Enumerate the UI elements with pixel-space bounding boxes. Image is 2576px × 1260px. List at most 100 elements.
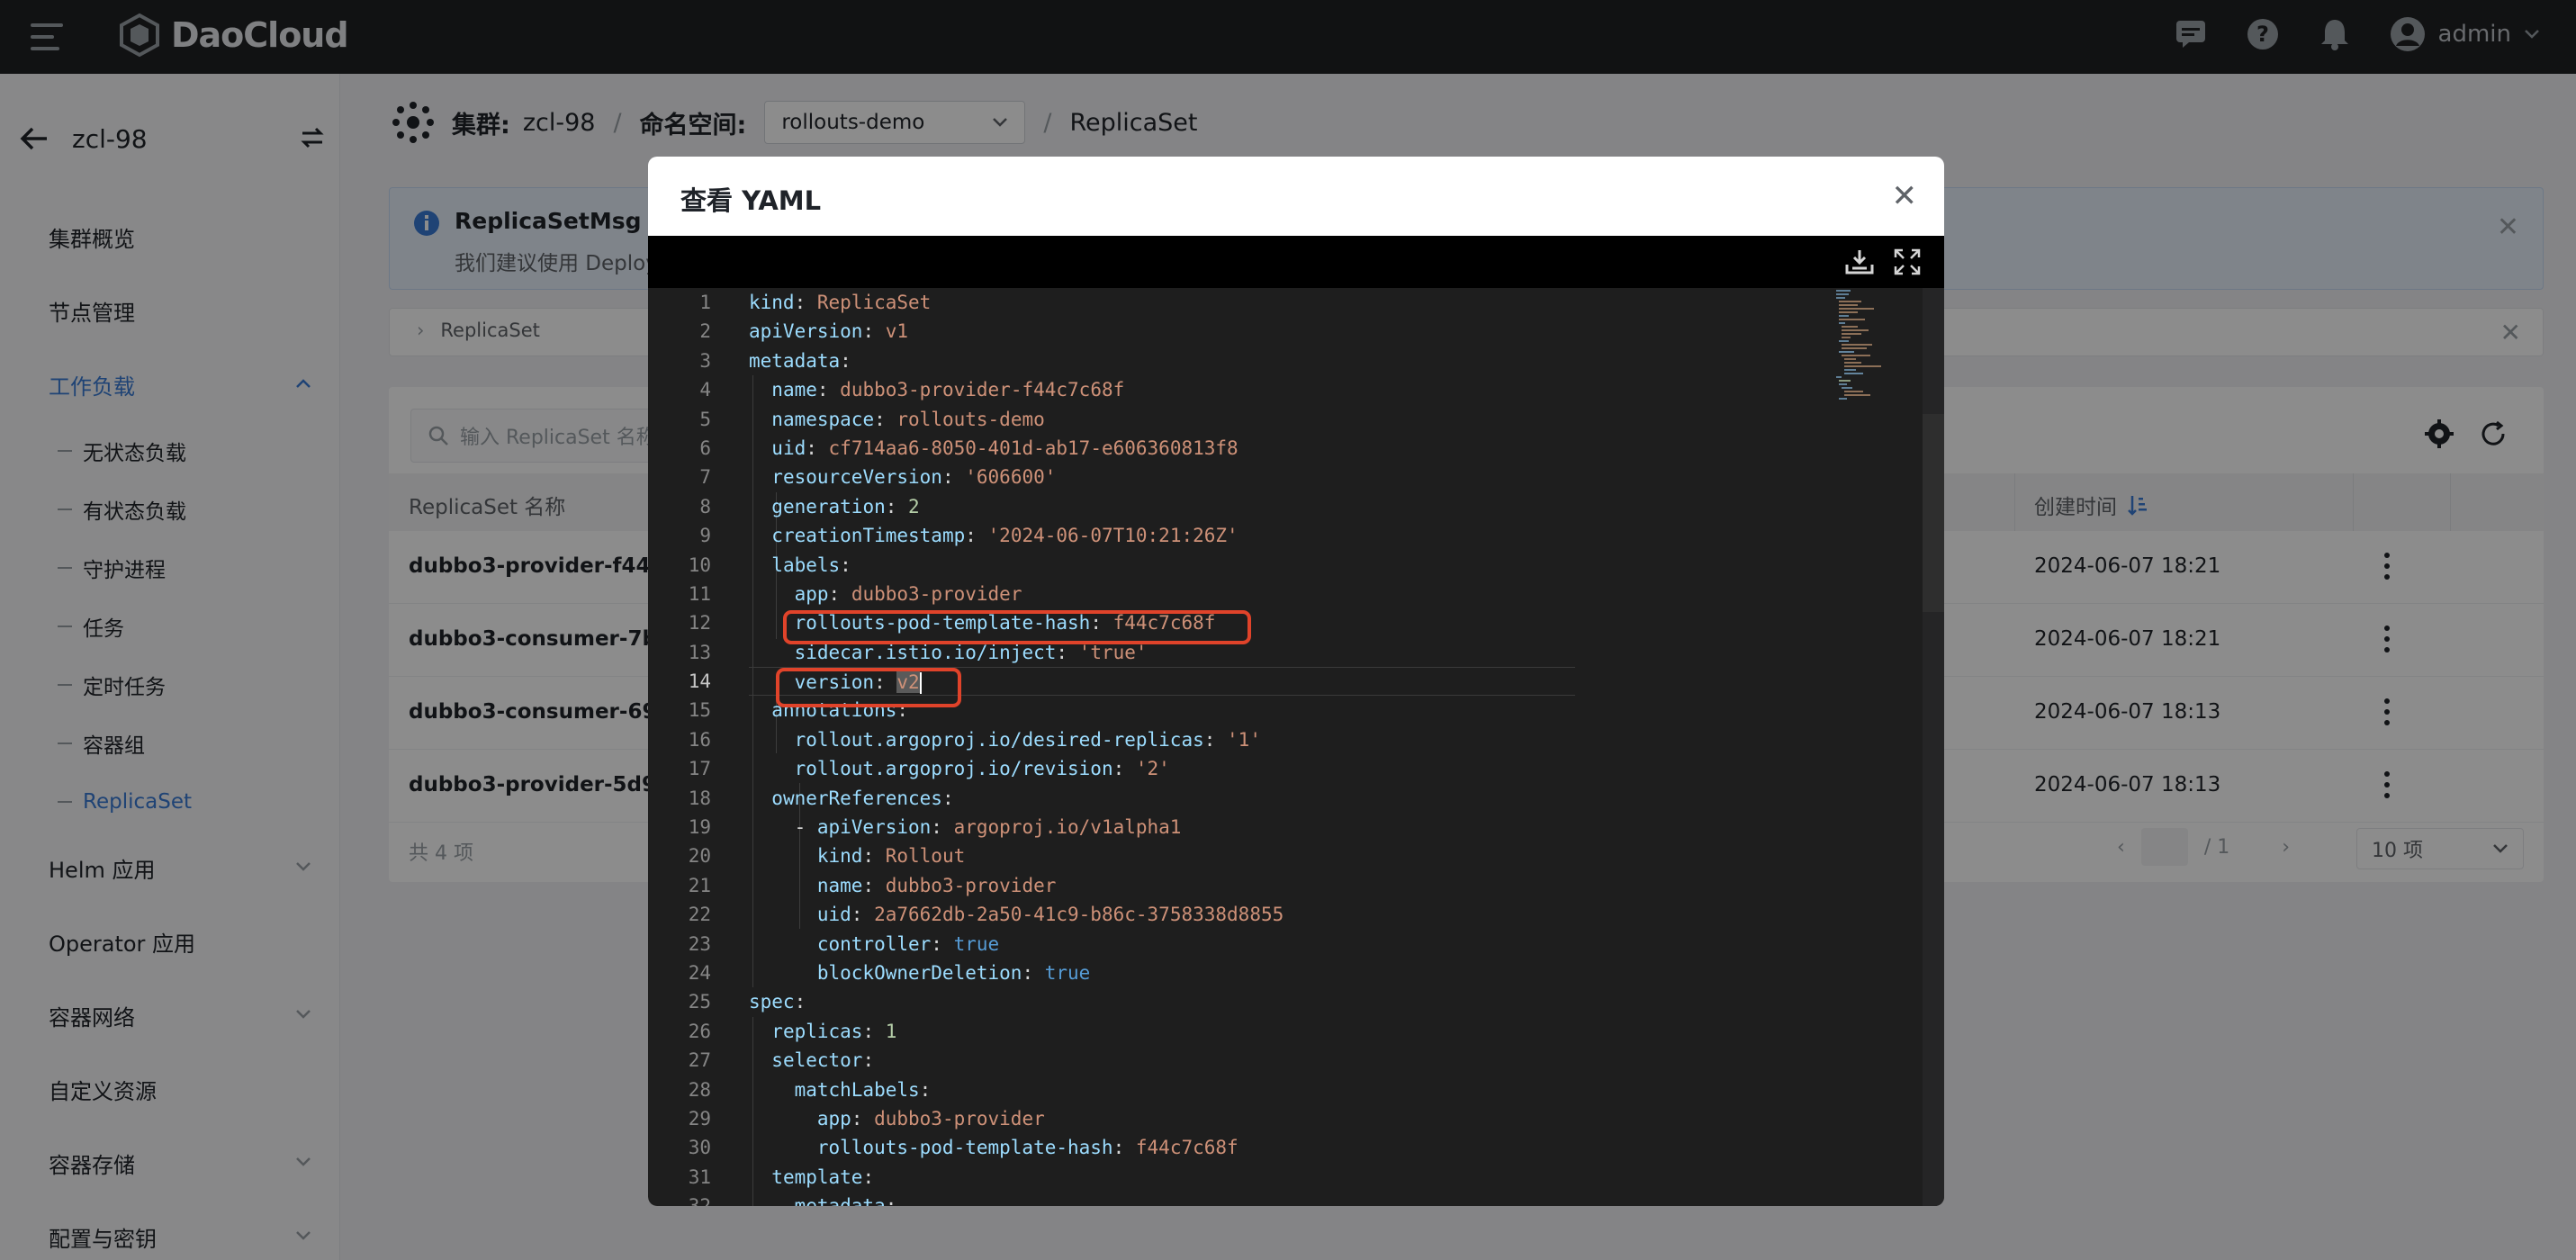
code-line[interactable]: name: dubbo3-provider-f44c7c68f (749, 375, 1575, 404)
code-line[interactable]: blockOwnerDeletion: true (749, 958, 1575, 987)
line-number: 12 (688, 612, 711, 634)
modal-title: 查看 YAML (680, 185, 822, 216)
code-token: replicas (771, 1020, 863, 1042)
code-area[interactable]: 1 2 3 4 5 6 7 8 9 10 11 12 13 14 15 16 17 18 19 20 21 22 23 24 2… (648, 288, 1944, 1206)
code-line[interactable]: name: dubbo3-provider (749, 871, 1575, 900)
editor-toolbar (648, 236, 1944, 288)
code-minimap[interactable] (1834, 288, 1923, 401)
code-token: generation (771, 495, 886, 518)
code-token: app (794, 582, 829, 605)
code-token: metadata (795, 1195, 886, 1206)
code-line[interactable]: ownerReferences: (749, 784, 1575, 813)
code-line[interactable]: kind: ReplicaSet (749, 288, 1575, 317)
code-token: : (794, 292, 817, 313)
yaml-editor[interactable]: 1 2 3 4 5 6 7 8 9 10 11 12 13 14 15 16 17 18 19 20 21 22 23 24 2… (648, 236, 1944, 1206)
scrollbar-thumb[interactable] (1923, 414, 1944, 612)
code-line[interactable]: generation: 2 (749, 492, 1575, 521)
line-number: 30 (688, 1137, 711, 1159)
code-line[interactable]: app: dubbo3-provider (749, 1104, 1575, 1133)
code-line[interactable]: spec: (749, 987, 1575, 1016)
code-line[interactable]: creationTimestamp: '2024-06-07T10:21:26Z… (749, 521, 1575, 550)
code-line[interactable]: metadata: (749, 1192, 1575, 1206)
code-token: : (806, 436, 829, 459)
line-number: 23 (688, 932, 711, 955)
code-line[interactable]: matchLabels: (749, 1076, 1575, 1104)
close-icon[interactable]: ✕ (1892, 178, 1918, 214)
code-line[interactable]: template: (749, 1163, 1575, 1192)
code-token: : (885, 495, 909, 518)
code-token: blockOwnerDeletion (816, 961, 1022, 984)
code-token: : (816, 379, 841, 401)
modal-header: 查看 YAML ✕ (648, 157, 1944, 236)
code-line[interactable]: app: dubbo3-provider (749, 580, 1575, 608)
code-token: matchLabels (794, 1078, 920, 1101)
code-token: kind (749, 292, 795, 313)
code-line[interactable]: selector: (749, 1046, 1575, 1075)
code-token: rollout.argoproj.io/desired-replicas (794, 728, 1204, 751)
line-number: 19 (688, 816, 711, 839)
code-token: kind (816, 845, 863, 868)
code-line[interactable]: resourceVersion: '606600' (749, 463, 1575, 491)
code-token: v1 (885, 320, 909, 343)
code-line[interactable]: controller: true (749, 930, 1575, 958)
code-line[interactable]: rollout.argoproj.io/revision: '2' (749, 754, 1575, 783)
code-token: uid (771, 436, 806, 459)
line-number: 9 (699, 525, 711, 547)
code-token: rollouts-pod-template-hash (816, 1137, 1113, 1159)
code-token: 2a7662db-2a50-41c9-b86c-3758338d8855 (874, 904, 1284, 926)
line-number: 32 (648, 1192, 711, 1206)
code-lines: kind: ReplicaSet apiVersion: v1 metadata: … (749, 288, 1575, 1206)
code-token: : (1022, 961, 1045, 984)
code-token: cf714aa6-8050-401d-ab17-e606360813f8 (828, 436, 1238, 459)
highlight-box (783, 610, 1251, 644)
code-token: f44c7c68f (1135, 1137, 1238, 1159)
code-token: : (840, 349, 851, 372)
code-token: true (953, 932, 1000, 955)
download-icon[interactable] (1845, 248, 1874, 275)
code-token: ReplicaSet (816, 292, 932, 313)
code-line[interactable]: uid: 2a7662db-2a50-41c9-b86c-3758338d885… (749, 900, 1575, 929)
code-line[interactable]: apiVersion: v1 (749, 317, 1575, 346)
code-line[interactable]: namespace: rollouts-demo (749, 405, 1575, 434)
code-line[interactable]: labels: (749, 551, 1575, 580)
code-token: : (851, 1107, 875, 1130)
code-line[interactable]: metadata: (749, 346, 1575, 375)
line-number: 4 (699, 379, 711, 401)
code-token: apiVersion (749, 320, 863, 343)
code-token: 1 (885, 1020, 897, 1042)
fullscreen-icon[interactable] (1894, 248, 1921, 275)
line-number: 27 (688, 1049, 711, 1072)
code-line[interactable]: rollouts-pod-template-hash: f44c7c68f (749, 1133, 1575, 1162)
code-token: selector (771, 1049, 863, 1072)
code-line[interactable]: rollout.argoproj.io/desired-replicas: '1… (749, 725, 1575, 754)
highlight-box (776, 668, 961, 707)
code-token: dubbo3-provider-f44c7c68f (840, 379, 1125, 401)
line-number: 18 (688, 787, 711, 809)
code-token: uid (816, 904, 851, 926)
code-token: : (862, 320, 886, 343)
code-line[interactable]: - apiVersion: argoproj.io/v1alpha1 (749, 813, 1575, 842)
code-token: : (828, 582, 851, 605)
code-token: : (840, 554, 851, 576)
code-line[interactable]: uid: cf714aa6-8050-401d-ab17-e606360813f… (749, 434, 1575, 463)
code-line[interactable]: kind: Rollout (749, 842, 1575, 870)
code-token: 'true' (1078, 641, 1148, 663)
code-token: resourceVersion (771, 466, 942, 489)
line-number: 17 (688, 758, 711, 780)
line-number: 24 (688, 961, 711, 984)
code-token: : (965, 525, 988, 547)
line-number: 29 (688, 1107, 711, 1130)
line-number: 6 (699, 436, 711, 459)
code-line[interactable]: replicas: 1 (749, 1017, 1575, 1046)
